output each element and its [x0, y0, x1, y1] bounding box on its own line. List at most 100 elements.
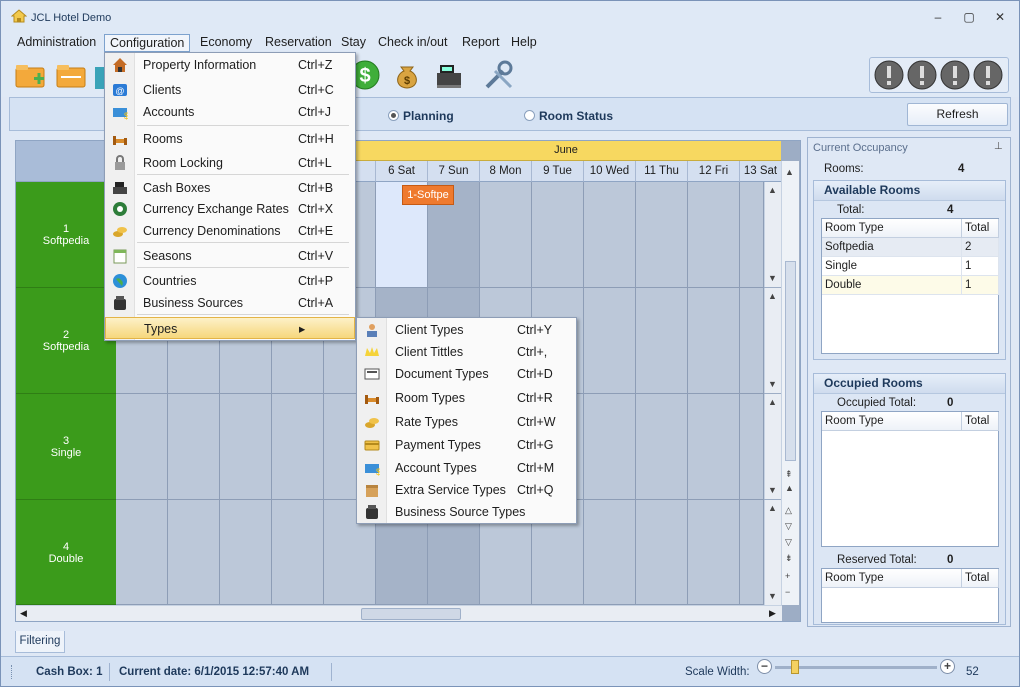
- filtering-tab[interactable]: Filtering: [15, 631, 65, 653]
- day-cell[interactable]: [532, 182, 584, 288]
- table-cell[interactable]: 2: [962, 238, 999, 257]
- room-row-header[interactable]: 1 Softpedia: [16, 182, 116, 288]
- day-cell[interactable]: [740, 500, 764, 605]
- room-row-header[interactable]: 2 Softpedia: [16, 288, 116, 394]
- day-cell[interactable]: [740, 288, 764, 394]
- row-scrollbar[interactable]: ▲ ▼: [764, 182, 781, 287]
- day-cell[interactable]: [584, 500, 636, 605]
- day-cell[interactable]: [272, 500, 324, 605]
- day-cell[interactable]: [168, 500, 220, 605]
- scroll-bottom-icon[interactable]: ⇟: [785, 553, 793, 564]
- tools-icon[interactable]: [483, 59, 515, 91]
- add-row-icon[interactable]: +: [785, 571, 790, 581]
- scroll-up-icon[interactable]: ▲: [768, 185, 777, 195]
- scroll-up-icon[interactable]: ▲: [785, 167, 794, 177]
- column-header[interactable]: Total: [962, 569, 999, 588]
- scroll-right-icon[interactable]: ▶: [769, 608, 776, 619]
- menu-item-property-information[interactable]: Property Information Ctrl+Z: [105, 54, 355, 76]
- scroll-down-icon[interactable]: ▼: [768, 591, 777, 601]
- column-header[interactable]: Room Type: [822, 412, 962, 431]
- menu-item-types[interactable]: Types ▸: [105, 317, 355, 339]
- refresh-button[interactable]: Refresh: [907, 103, 1008, 126]
- menu-economy[interactable]: Economy: [195, 34, 257, 52]
- menu-item-account-types[interactable]: $ Account Types Ctrl+M: [357, 457, 576, 479]
- menu-item-currency-exchange-rates[interactable]: Currency Exchange Rates Ctrl+X: [105, 198, 355, 220]
- scroll-top-icon[interactable]: ⇞: [785, 469, 793, 480]
- menu-item-clients[interactable]: @ Clients Ctrl+C: [105, 79, 355, 101]
- day-cell[interactable]: [636, 394, 688, 500]
- zoom-out-button[interactable]: −: [757, 659, 772, 674]
- menu-item-rooms[interactable]: Rooms Ctrl+H: [105, 128, 355, 150]
- table-cell[interactable]: 1: [962, 257, 999, 276]
- menu-item-accounts[interactable]: $ Accounts Ctrl+J: [105, 101, 355, 123]
- grid-vertical-scrollbar[interactable]: ▲ ⇞ ▲ △ ▽ ▽ ⇟ + −: [781, 161, 799, 605]
- table-cell[interactable]: Double: [822, 276, 962, 295]
- table-cell[interactable]: 1: [962, 276, 999, 295]
- planning-radio[interactable]: [388, 110, 399, 121]
- column-header[interactable]: Total: [962, 412, 999, 431]
- scroll-down-icon[interactable]: ▽: [785, 521, 792, 532]
- day-cell[interactable]: [168, 394, 220, 500]
- menu-help[interactable]: Help: [506, 34, 542, 52]
- room-row-header[interactable]: 3 Single: [16, 394, 116, 500]
- column-header[interactable]: Total: [962, 219, 999, 238]
- alert-icon[interactable]: [873, 59, 905, 91]
- grid-horizontal-scrollbar[interactable]: ◀ ▶: [16, 605, 782, 621]
- day-cell[interactable]: [740, 394, 764, 500]
- zoom-in-button[interactable]: +: [940, 659, 955, 674]
- scroll-up-icon[interactable]: ▲: [785, 483, 794, 493]
- scroll-down-icon[interactable]: ▼: [768, 485, 777, 495]
- menu-item-business-sources[interactable]: Business Sources Ctrl+A: [105, 292, 355, 314]
- menu-administration[interactable]: Administration: [12, 34, 101, 52]
- scroll-up-icon[interactable]: ▲: [768, 503, 777, 513]
- pin-icon[interactable]: ⊥: [994, 141, 1003, 152]
- scroll-down-icon[interactable]: ▼: [768, 273, 777, 283]
- scroll-up-icon[interactable]: ▲: [768, 291, 777, 301]
- menu-report[interactable]: Report: [457, 34, 505, 52]
- menu-item-rate-types[interactable]: Rate Types Ctrl+W: [357, 411, 576, 433]
- menu-item-seasons[interactable]: Seasons Ctrl+V: [105, 245, 355, 267]
- menu-stay[interactable]: Stay: [336, 34, 371, 52]
- day-cell[interactable]: [636, 500, 688, 605]
- day-cell[interactable]: [220, 394, 272, 500]
- folder-icon[interactable]: [55, 59, 87, 91]
- menu-item-extra-service-types[interactable]: Extra Service Types Ctrl+Q: [357, 479, 576, 501]
- day-cell[interactable]: [480, 182, 532, 288]
- day-cell[interactable]: [636, 182, 688, 288]
- reservation-block[interactable]: 1-Softpe: [402, 185, 454, 205]
- menu-item-document-types[interactable]: Document Types Ctrl+D: [357, 363, 576, 385]
- maximize-button[interactable]: ▢: [957, 9, 981, 25]
- scroll-up-icon[interactable]: △: [785, 505, 792, 516]
- scale-slider-thumb[interactable]: [791, 660, 799, 674]
- minimize-button[interactable]: –: [926, 9, 950, 25]
- scroll-down-icon[interactable]: ▽: [785, 537, 792, 548]
- cash-register-icon[interactable]: [433, 59, 465, 91]
- menu-check-in-out[interactable]: Check in/out: [373, 34, 452, 52]
- folder-add-icon[interactable]: [14, 59, 46, 91]
- alert-icon[interactable]: [939, 59, 971, 91]
- scroll-up-icon[interactable]: ▲: [768, 397, 777, 407]
- menu-item-room-types[interactable]: Room Types Ctrl+R: [357, 387, 576, 409]
- row-scrollbar[interactable]: ▲ ▼: [764, 288, 781, 393]
- menu-item-client-tittles[interactable]: Client Tittles Ctrl+,: [357, 341, 576, 363]
- menu-item-business-source-types[interactable]: Business Source Types: [357, 501, 576, 523]
- scroll-down-icon[interactable]: ▼: [768, 379, 777, 389]
- day-cell[interactable]: [272, 394, 324, 500]
- menu-item-cash-boxes[interactable]: Cash Boxes Ctrl+B: [105, 177, 355, 199]
- day-cell[interactable]: [688, 288, 740, 394]
- table-cell[interactable]: Single: [822, 257, 962, 276]
- alert-icon[interactable]: [906, 59, 938, 91]
- day-cell[interactable]: [584, 288, 636, 394]
- day-cell[interactable]: [116, 500, 168, 605]
- day-cell[interactable]: [116, 394, 168, 500]
- column-header[interactable]: Room Type: [822, 219, 962, 238]
- scroll-thumb[interactable]: [785, 261, 796, 461]
- room-row-header[interactable]: 4 Double: [16, 500, 116, 605]
- menu-configuration[interactable]: Configuration: [104, 34, 191, 52]
- day-cell[interactable]: [584, 182, 636, 288]
- room-status-label[interactable]: Room Status: [539, 109, 613, 123]
- scroll-left-icon[interactable]: ◀: [20, 608, 27, 619]
- day-cell[interactable]: [688, 500, 740, 605]
- room-status-radio[interactable]: [524, 110, 535, 121]
- table-cell[interactable]: Softpedia: [822, 238, 962, 257]
